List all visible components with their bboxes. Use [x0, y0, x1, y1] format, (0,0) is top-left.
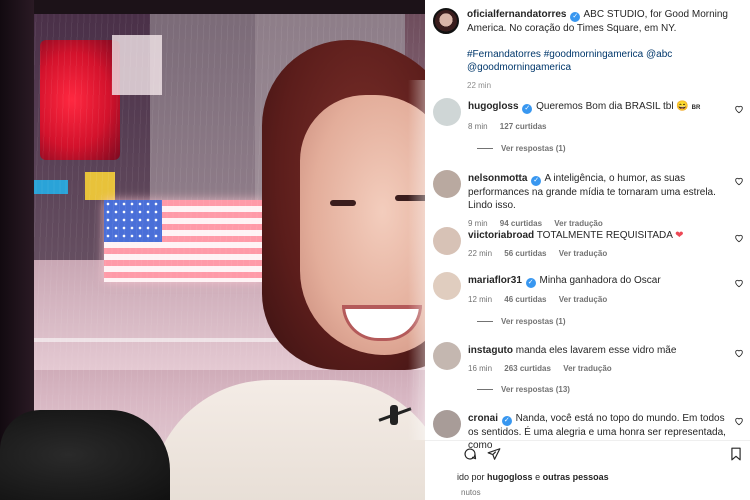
post-photo[interactable]	[0, 0, 445, 500]
view-replies-button[interactable]: Ver respostas (1)	[477, 144, 565, 153]
translate-link[interactable]: Ver tradução	[554, 219, 602, 228]
comment-body: hugogloss ✓ Queremos Bom dia BRASIL tbl …	[468, 100, 730, 133]
commenter-avatar[interactable]	[433, 227, 461, 255]
author-avatar[interactable]	[433, 8, 459, 34]
comment-time: 8 min	[468, 122, 488, 131]
commenter-username[interactable]: cronai	[468, 413, 498, 424]
comment-text: manda eles lavarem esse vidro mãe	[515, 345, 677, 356]
heart-outline-icon[interactable]	[734, 278, 744, 288]
caption-hashtags[interactable]: #Fernandatorres #goodmorningamerica @abc…	[467, 48, 747, 74]
verified-badge-icon: ✓	[522, 104, 533, 114]
photo-foreground-object	[0, 410, 170, 500]
window-frame	[0, 0, 445, 14]
liked-by-text: ido por hugogloss e outras pessoas	[457, 472, 609, 482]
comment-likes[interactable]: 263 curtidas	[504, 364, 551, 373]
author-username[interactable]: oficialfernandatorres	[467, 9, 566, 20]
verified-badge-icon: ✓	[501, 416, 512, 426]
comment-meta: 8 min 127 curtidas	[468, 120, 730, 133]
comment-text: TOTALMENTE REQUISITADA	[536, 230, 673, 241]
comment-text: Minha ganhadora do Oscar	[539, 275, 661, 286]
comment-time: 16 min	[468, 364, 493, 373]
photo-person-eye	[330, 200, 356, 206]
commenter-avatar[interactable]	[433, 342, 461, 370]
comment-likes[interactable]: 56 curtidas	[504, 249, 546, 258]
commenter-avatar[interactable]	[433, 410, 461, 438]
translate-link[interactable]: Ver tradução	[563, 364, 611, 373]
commenter-username[interactable]: instaguto	[468, 345, 513, 356]
paper-plane-icon[interactable]	[487, 447, 501, 461]
bookmark-icon[interactable]	[729, 447, 743, 461]
post-timestamp: nutos	[461, 488, 481, 497]
post-caption: oficialfernandatorres ✓ ABC STUDIO, for …	[425, 4, 750, 90]
lapel-mic	[378, 405, 412, 429]
commenter-username[interactable]: nelsonmotta	[468, 173, 527, 184]
liked-by-prefix: ido por	[457, 472, 485, 482]
heart-outline-icon[interactable]	[734, 233, 744, 243]
comment-body: mariaflor31 ✓ Minha ganhadora do Oscar 1…	[468, 274, 730, 306]
caption-time: 22 min	[467, 81, 492, 90]
comment-likes[interactable]: 94 curtidas	[500, 219, 542, 228]
comment-likes[interactable]: 127 curtidas	[500, 122, 547, 131]
heart-outline-icon[interactable]	[734, 416, 744, 426]
view-replies-button[interactable]: Ver respostas (1)	[477, 317, 565, 326]
view-replies-button[interactable]: Ver respostas (13)	[477, 385, 570, 394]
red-heart-emoji: ❤	[675, 230, 684, 241]
post-action-bar	[425, 440, 750, 466]
translate-link[interactable]: Ver tradução	[559, 295, 607, 304]
liked-by-joiner: e	[535, 472, 541, 482]
commenter-avatar[interactable]	[433, 98, 461, 126]
commenter-username[interactable]: viictoriabroad	[468, 230, 534, 241]
liked-by-user[interactable]: hugogloss	[487, 472, 533, 482]
heart-outline-icon[interactable]	[734, 104, 744, 114]
heart-outline-icon[interactable]	[734, 348, 744, 358]
comments-panel: oficialfernandatorres ✓ ABC STUDIO, for …	[425, 0, 750, 500]
heart-outline-icon[interactable]	[734, 176, 744, 186]
comment-body: instaguto manda eles lavarem esse vidro …	[468, 344, 730, 375]
comment-body: viictoriabroad TOTALMENTE REQUISITADA ❤ …	[468, 229, 730, 260]
verified-badge-icon: ✓	[531, 176, 542, 186]
verified-badge-icon: ✓	[570, 12, 581, 22]
commenter-avatar[interactable]	[433, 272, 461, 300]
comment-time: 9 min	[468, 219, 488, 228]
comment-meta: 12 min 46 curtidas Ver tradução	[468, 293, 730, 306]
commenter-avatar[interactable]	[433, 170, 461, 198]
verified-badge-icon: ✓	[525, 278, 536, 288]
translate-link[interactable]: Ver tradução	[559, 249, 607, 258]
comment-time: 22 min	[468, 249, 493, 258]
comment-text: Queremos Bom dia BRASIL tbl 😄	[536, 101, 689, 112]
comment-meta: 22 min 56 curtidas Ver tradução	[468, 247, 730, 260]
comment-suffix: BR	[691, 105, 701, 111]
liked-by-others[interactable]: outras pessoas	[543, 472, 609, 482]
commenter-username[interactable]: mariaflor31	[468, 275, 522, 286]
caption-text: oficialfernandatorres ✓ ABC STUDIO, for …	[467, 8, 747, 92]
comment-meta: 16 min 263 curtidas Ver tradução	[468, 362, 730, 375]
comment-time: 12 min	[468, 295, 493, 304]
comment-icon[interactable]	[463, 447, 477, 461]
comment-body: nelsonmotta ✓ A inteligência, o humor, a…	[468, 172, 730, 230]
commenter-username[interactable]: hugogloss	[468, 101, 519, 112]
comment-likes[interactable]: 46 curtidas	[504, 295, 546, 304]
